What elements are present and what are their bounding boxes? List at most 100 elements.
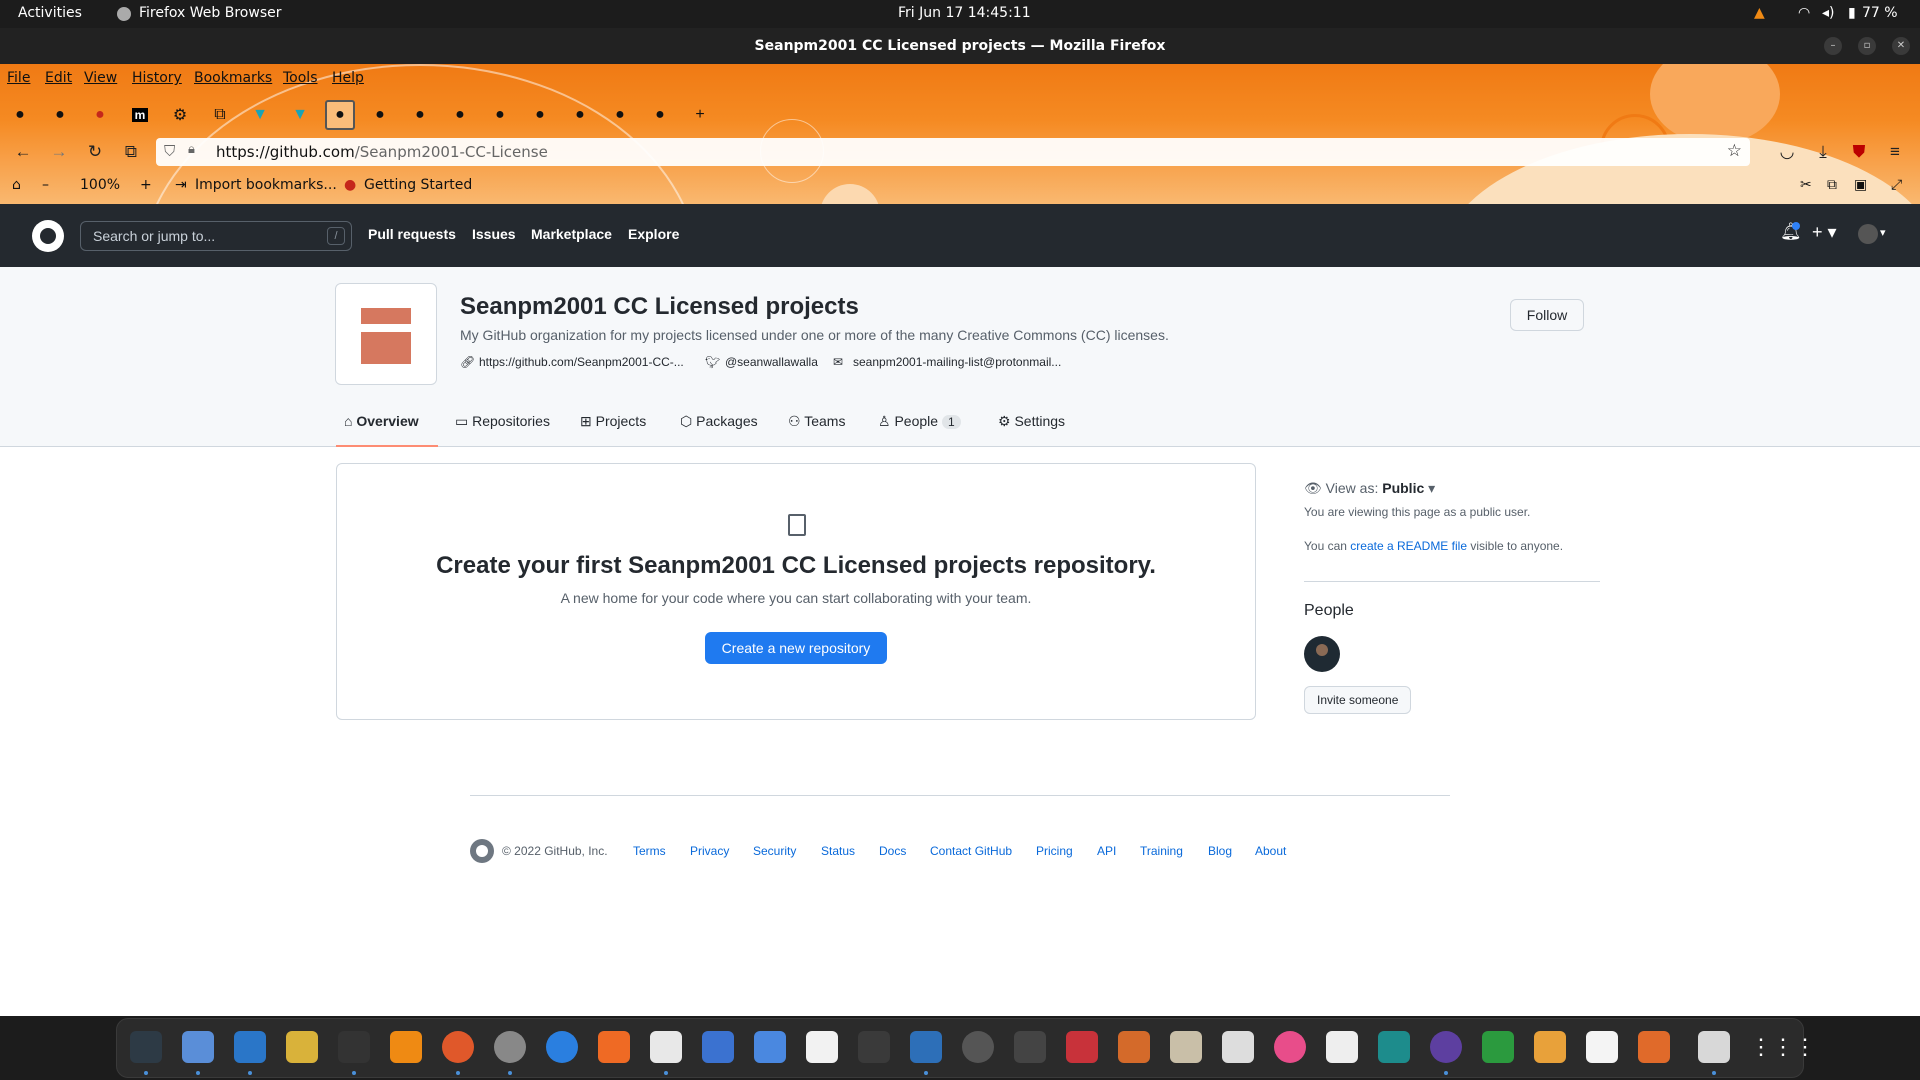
footer-link-privacy[interactable]: Privacy bbox=[690, 844, 729, 858]
bookmark-star-icon[interactable]: ☆ bbox=[1727, 141, 1742, 161]
menu-file[interactable]: File bbox=[7, 70, 30, 86]
org-email-link[interactable]: seanpm2001-mailing-list@protonmail... bbox=[853, 355, 1061, 369]
tab-teams[interactable]: ⚇ Teams bbox=[788, 413, 845, 430]
color-picker-icon[interactable] bbox=[1274, 1031, 1306, 1063]
tab-github[interactable]: ● bbox=[365, 100, 395, 130]
battery-icon[interactable]: ▮ bbox=[1848, 5, 1856, 21]
presentation-icon[interactable] bbox=[1638, 1031, 1670, 1063]
tab-github-active[interactable]: ● bbox=[325, 100, 355, 130]
bookmark-getting-started[interactable]: Getting Started bbox=[364, 177, 472, 193]
nav-marketplace[interactable]: Marketplace bbox=[531, 226, 612, 242]
lock-icon[interactable]: 🔒︎ bbox=[188, 142, 195, 157]
tab-github[interactable]: ● bbox=[645, 100, 675, 130]
system-monitor-icon[interactable] bbox=[130, 1031, 162, 1063]
archive-icon[interactable] bbox=[1170, 1031, 1202, 1063]
back-button[interactable]: ← bbox=[11, 140, 35, 164]
tor-icon[interactable] bbox=[1430, 1031, 1462, 1063]
app-grid-icon[interactable]: ⋮⋮⋮ bbox=[1750, 1031, 1816, 1063]
monitor-icon[interactable] bbox=[650, 1031, 682, 1063]
maximize-button[interactable]: ▫ bbox=[1858, 37, 1876, 55]
vlc-tray-icon[interactable]: ▲ bbox=[1754, 5, 1765, 21]
document-icon[interactable] bbox=[806, 1031, 838, 1063]
impress-icon[interactable] bbox=[1534, 1031, 1566, 1063]
app-menu[interactable]: Firefox Web Browser bbox=[139, 5, 282, 21]
footer-link-security[interactable]: Security bbox=[753, 844, 796, 858]
tab-github[interactable]: ● bbox=[405, 100, 435, 130]
forward-button[interactable]: → bbox=[47, 140, 71, 164]
github-mark-icon[interactable] bbox=[470, 839, 494, 863]
tab-firefox[interactable]: ● bbox=[85, 100, 115, 130]
trash-icon[interactable] bbox=[1698, 1031, 1730, 1063]
tab-github[interactable]: ● bbox=[605, 100, 635, 130]
view-as-value[interactable]: Public bbox=[1382, 480, 1424, 496]
org-avatar[interactable] bbox=[335, 283, 437, 385]
mario-icon[interactable] bbox=[1118, 1031, 1150, 1063]
math-icon[interactable] bbox=[1586, 1031, 1618, 1063]
tab-settings[interactable]: ⚙ Settings bbox=[998, 413, 1065, 430]
github-logo-icon[interactable] bbox=[32, 220, 64, 252]
tab-github[interactable]: ● bbox=[565, 100, 595, 130]
paste-icon[interactable]: ▣ bbox=[1854, 177, 1867, 193]
app-menu-button[interactable]: ≡ bbox=[1883, 140, 1907, 164]
tab-github[interactable]: ● bbox=[5, 100, 35, 130]
tab-github[interactable]: ● bbox=[525, 100, 555, 130]
files-icon[interactable] bbox=[182, 1031, 214, 1063]
tab-teal[interactable]: ▼ bbox=[285, 100, 315, 130]
footer-link-pricing[interactable]: Pricing bbox=[1036, 844, 1073, 858]
close-button[interactable]: ✕ bbox=[1892, 37, 1910, 55]
tab-github[interactable]: ● bbox=[45, 100, 75, 130]
chevron-down-icon[interactable]: ▾ bbox=[1880, 226, 1886, 239]
org-website-link[interactable]: https://github.com/Seanpm2001-CC-... bbox=[479, 355, 684, 369]
downloads-button[interactable]: ⤓ bbox=[1811, 140, 1835, 164]
home-icon[interactable]: ⌂ bbox=[12, 177, 21, 193]
menu-view[interactable]: View bbox=[84, 70, 117, 86]
tab-medium[interactable]: m bbox=[125, 100, 155, 130]
clock[interactable]: Fri Jun 17 14:45:11 bbox=[898, 5, 1031, 21]
reload-button[interactable]: ↻ bbox=[83, 140, 107, 164]
activities-button[interactable]: Activities bbox=[18, 5, 82, 21]
menu-bookmarks[interactable]: Bookmarks bbox=[194, 70, 272, 86]
new-tab-button[interactable]: + bbox=[685, 100, 715, 130]
inkscape-icon[interactable] bbox=[1014, 1031, 1046, 1063]
gimp-icon[interactable] bbox=[858, 1031, 890, 1063]
zoom-out-button[interactable]: – bbox=[42, 177, 49, 193]
terminal-icon[interactable] bbox=[338, 1031, 370, 1063]
menu-help[interactable]: Help bbox=[332, 70, 364, 86]
game-icon[interactable] bbox=[1066, 1031, 1098, 1063]
footer-link-terms[interactable]: Terms bbox=[633, 844, 666, 858]
calc-icon[interactable] bbox=[1482, 1031, 1514, 1063]
tab-overview[interactable]: ⌂ Overview bbox=[344, 413, 419, 429]
volume-icon[interactable]: ◂) bbox=[1822, 5, 1835, 21]
menu-edit[interactable]: Edit bbox=[45, 70, 72, 86]
firefox-icon[interactable] bbox=[442, 1031, 474, 1063]
footer-link-training[interactable]: Training bbox=[1140, 844, 1183, 858]
member-avatar[interactable] bbox=[1304, 636, 1340, 672]
copy-icon[interactable]: ⧉ bbox=[1827, 177, 1837, 193]
zoom-in-button[interactable]: + bbox=[140, 177, 152, 193]
tab-addons[interactable]: ⧉ bbox=[205, 100, 235, 130]
vlc-icon[interactable] bbox=[390, 1031, 422, 1063]
nav-issues[interactable]: Issues bbox=[472, 226, 516, 242]
pocket-button[interactable]: ◡ bbox=[1775, 140, 1799, 164]
tab-settings[interactable]: ⚙ bbox=[165, 100, 195, 130]
inkscape-alt-icon[interactable] bbox=[1326, 1031, 1358, 1063]
tab-people[interactable]: ♙ People 1 bbox=[878, 413, 961, 430]
minimize-button[interactable]: – bbox=[1824, 37, 1842, 55]
settings-icon[interactable] bbox=[494, 1031, 526, 1063]
chevron-down-icon[interactable]: ▾ bbox=[1424, 480, 1435, 496]
writer-icon[interactable] bbox=[234, 1031, 266, 1063]
menu-tools[interactable]: Tools bbox=[283, 70, 318, 86]
footer-link-api[interactable]: API bbox=[1097, 844, 1116, 858]
org-twitter-link[interactable]: @seanwallawalla bbox=[725, 355, 818, 369]
nav-explore[interactable]: Explore bbox=[628, 226, 679, 242]
tab-github[interactable]: ● bbox=[445, 100, 475, 130]
footer-link-docs[interactable]: Docs bbox=[879, 844, 906, 858]
search-input[interactable]: Search or jump to... / bbox=[80, 221, 352, 251]
create-new-dropdown[interactable]: + ▾ bbox=[1812, 222, 1837, 243]
shield-icon[interactable]: ⛉ bbox=[164, 142, 175, 160]
create-repository-button[interactable]: Create a new repository bbox=[705, 632, 887, 664]
virtualbox-icon[interactable] bbox=[910, 1031, 942, 1063]
screenshot-icon[interactable] bbox=[754, 1031, 786, 1063]
nav-pull-requests[interactable]: Pull requests bbox=[368, 226, 456, 242]
menu-history[interactable]: History bbox=[132, 70, 182, 86]
